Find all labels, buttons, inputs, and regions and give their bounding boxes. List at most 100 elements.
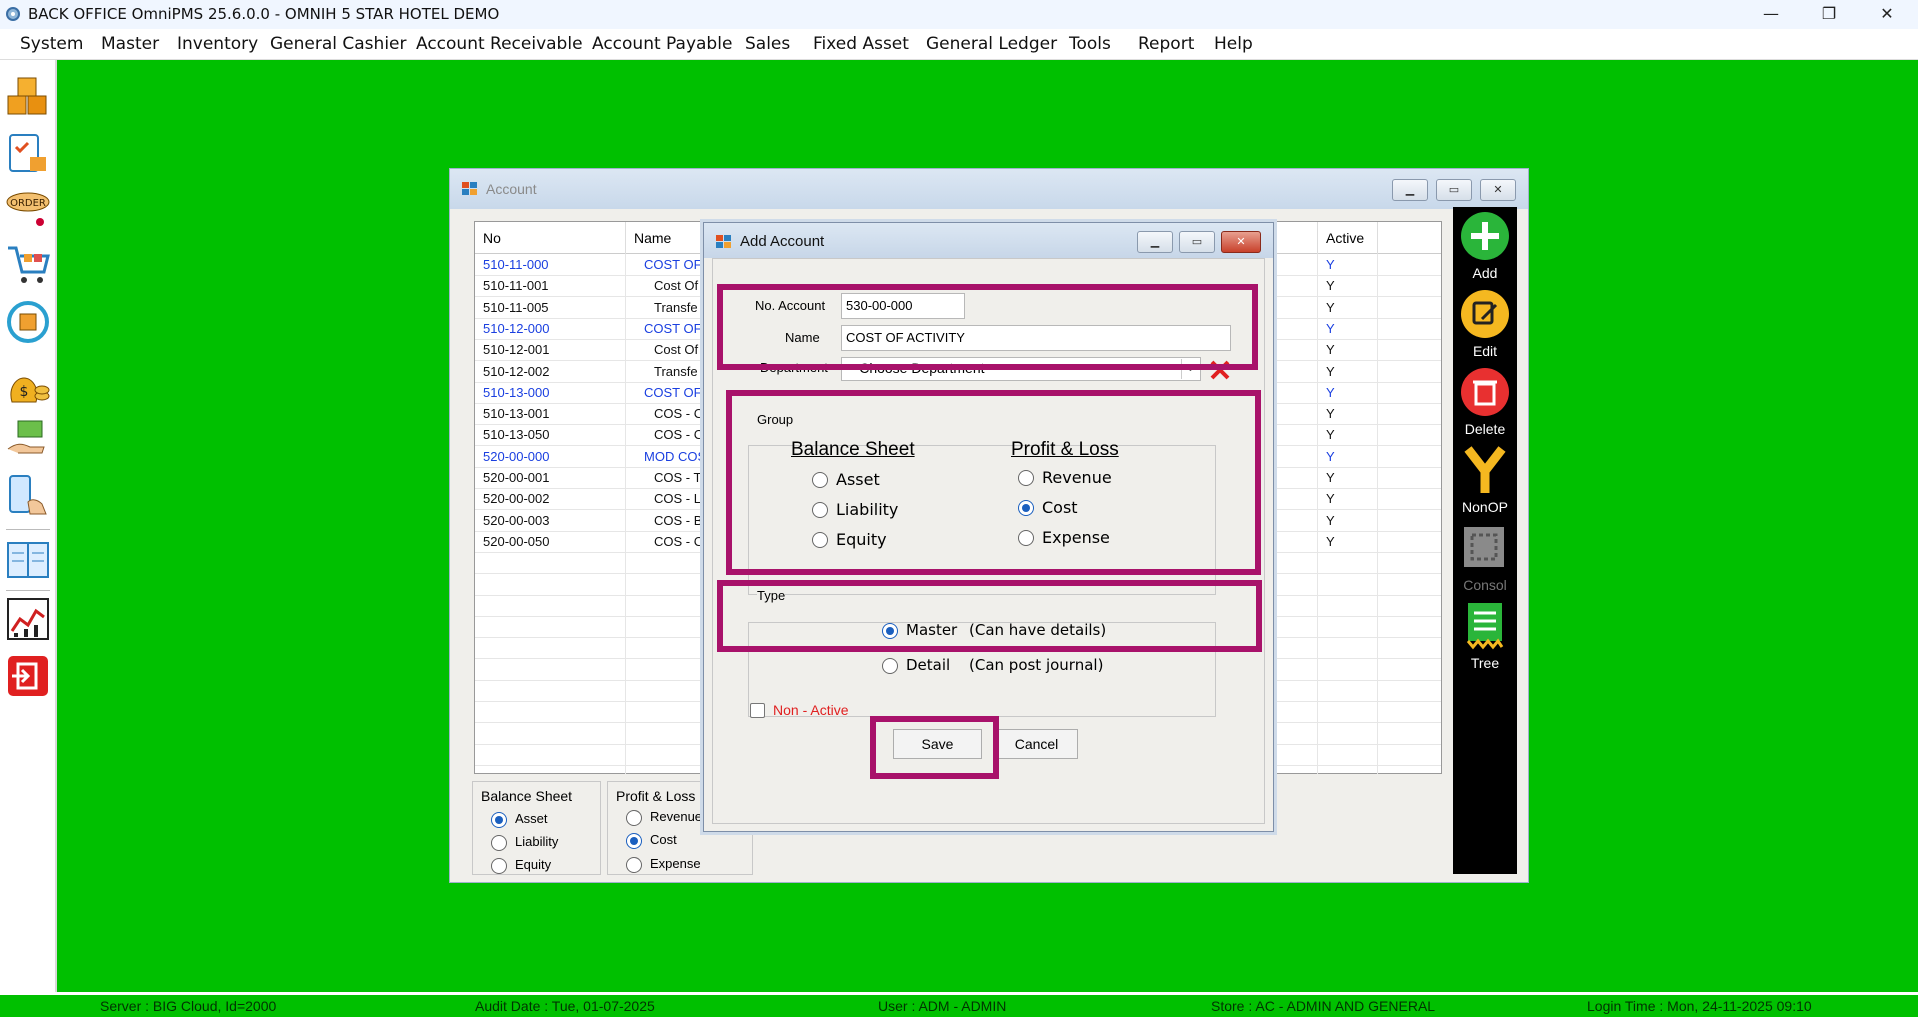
status-bar: Server : BIG Cloud, Id=2000 Audit Date :… xyxy=(0,992,1918,1026)
menu-report[interactable]: Report xyxy=(1138,34,1194,54)
highlight-type-master xyxy=(717,580,1262,652)
cell-name: COS - T xyxy=(654,470,702,485)
add-button[interactable]: Add xyxy=(1453,209,1517,287)
ledger-book-icon[interactable] xyxy=(4,535,52,583)
app-gear-icon xyxy=(6,7,20,21)
filter-equity-radio[interactable] xyxy=(491,858,507,874)
cell-name: COST OF xyxy=(644,384,702,400)
cell-no: 520-00-002 xyxy=(483,491,550,507)
cell-active: Y xyxy=(1326,342,1335,358)
cell-active: Y xyxy=(1326,427,1335,443)
cell-name: COS - L xyxy=(654,491,701,507)
filter-cost-radio[interactable] xyxy=(626,833,642,849)
filter-liability-radio[interactable] xyxy=(491,835,507,851)
filter-expense-radio[interactable] xyxy=(626,857,642,873)
menu-general-ledger[interactable]: General Ledger xyxy=(926,34,1057,54)
refresh-box-icon[interactable] xyxy=(4,298,52,346)
column-name[interactable]: Name xyxy=(634,230,671,246)
menu-master[interactable]: Master xyxy=(101,34,159,54)
cell-active: Y xyxy=(1326,320,1335,336)
cell-active: Y xyxy=(1326,533,1335,549)
cell-name: COS - C xyxy=(654,427,704,443)
toolbar-divider xyxy=(6,529,50,530)
dialog-minimize-button[interactable]: ▁ xyxy=(1137,231,1173,253)
cart-icon[interactable] xyxy=(4,240,52,288)
cell-active: Y xyxy=(1326,278,1335,294)
status-login-time: Login Time : Mon, 24-11-2025 09:10 xyxy=(1587,998,1812,1014)
close-button[interactable]: ✕ xyxy=(1858,0,1916,29)
detail-radio[interactable] xyxy=(882,658,898,674)
menu-system[interactable]: System xyxy=(20,34,83,54)
cell-active: Y xyxy=(1326,257,1335,272)
left-toolbar: ORDER $ xyxy=(0,60,57,992)
column-no[interactable]: No xyxy=(483,230,501,246)
cell-active: Y xyxy=(1326,406,1335,422)
tree-button[interactable]: Tree xyxy=(1453,599,1517,677)
account-window-title: Account xyxy=(486,181,537,197)
status-user: User : ADM - ADMIN xyxy=(878,998,1007,1014)
hand-money-icon[interactable] xyxy=(4,415,52,463)
mobile-touch-icon[interactable] xyxy=(4,472,52,520)
filter-cost-label: Cost xyxy=(650,832,677,847)
cell-active: Y xyxy=(1326,448,1335,464)
filter-balance-title: Balance Sheet xyxy=(481,788,573,804)
menu-sales[interactable]: Sales xyxy=(745,34,790,54)
filter-revenue-radio[interactable] xyxy=(626,810,642,826)
dialog-close-button[interactable]: ✕ xyxy=(1221,231,1261,253)
menu-fixed-asset[interactable]: Fixed Asset xyxy=(813,34,909,54)
cell-name: COST OF xyxy=(644,320,702,336)
money-bags-icon[interactable]: $ xyxy=(4,358,52,406)
menu-inventory[interactable]: Inventory xyxy=(177,34,258,54)
column-active[interactable]: Active xyxy=(1326,230,1364,246)
cell-no: 510-11-005 xyxy=(483,299,549,315)
menu-tools[interactable]: Tools xyxy=(1069,34,1111,54)
delete-button[interactable]: Delete xyxy=(1453,365,1517,443)
account-maximize-button[interactable]: ▭ xyxy=(1436,179,1472,201)
chart-report-icon[interactable] xyxy=(4,595,52,643)
cell-name: COS - B xyxy=(654,512,703,528)
account-close-button[interactable]: ✕ xyxy=(1480,179,1516,201)
clipboard-bag-icon[interactable] xyxy=(4,129,52,177)
menu-account-payable[interactable]: Account Payable xyxy=(592,34,732,54)
menu-general-cashier[interactable]: General Cashier xyxy=(270,34,407,54)
app-title: BACK OFFICE OmniPMS 25.6.0.0 - OMNIH 5 S… xyxy=(28,5,500,23)
exit-icon[interactable] xyxy=(4,652,52,700)
dialog-titlebar: Add Account ▁ ▭ ✕ xyxy=(704,223,1273,258)
nonop-button[interactable]: NonOP xyxy=(1453,443,1517,521)
minimize-button[interactable]: — xyxy=(1742,0,1800,29)
cell-name: COS - C xyxy=(654,406,704,422)
cell-no: 510-12-000 xyxy=(483,320,550,336)
cell-active: Y xyxy=(1326,299,1335,315)
filter-balance-sheet-group: Balance Sheet Asset Liability Equity xyxy=(472,781,601,875)
consol-icon xyxy=(1464,527,1504,567)
cell-no: 510-13-000 xyxy=(483,384,550,400)
filter-pl-title: Profit & Loss xyxy=(616,788,696,804)
order-icon[interactable]: ORDER xyxy=(4,188,52,236)
filter-asset-radio[interactable] xyxy=(491,812,507,828)
menu-help[interactable]: Help xyxy=(1214,34,1253,54)
filter-liability-label: Liability xyxy=(515,834,559,849)
edit-icon xyxy=(1461,290,1509,338)
dialog-maximize-button[interactable]: ▭ xyxy=(1179,231,1215,253)
fork-icon xyxy=(1464,446,1506,493)
edit-button[interactable]: Edit xyxy=(1453,287,1517,365)
cell-name: Transfe xyxy=(654,363,698,379)
non-active-checkbox[interactable] xyxy=(750,703,765,718)
cell-name: Transfe xyxy=(654,299,698,315)
restore-button[interactable]: ❐ xyxy=(1800,0,1858,29)
dialog-app-icon xyxy=(716,235,731,248)
cell-name: Cost Of xyxy=(654,342,699,358)
filter-equity-label: Equity xyxy=(515,857,552,872)
cancel-button[interactable]: Cancel xyxy=(995,729,1078,759)
status-store: Store : AC - ADMIN AND GENERAL xyxy=(1211,998,1436,1014)
cell-active: Y xyxy=(1326,384,1335,400)
status-server: Server : BIG Cloud, Id=2000 xyxy=(100,998,277,1014)
menu-account-receivable[interactable]: Account Receivable xyxy=(416,34,583,54)
consol-label: Consol xyxy=(1463,577,1507,593)
boxes-icon[interactable] xyxy=(4,72,52,120)
cell-active: Y xyxy=(1326,512,1335,528)
non-active-label: Non - Active xyxy=(773,702,849,718)
consol-button[interactable]: Consol xyxy=(1453,521,1517,599)
account-minimize-button[interactable]: ▁ xyxy=(1392,179,1428,201)
app-titlebar: BACK OFFICE OmniPMS 25.6.0.0 - OMNIH 5 S… xyxy=(0,0,1918,29)
